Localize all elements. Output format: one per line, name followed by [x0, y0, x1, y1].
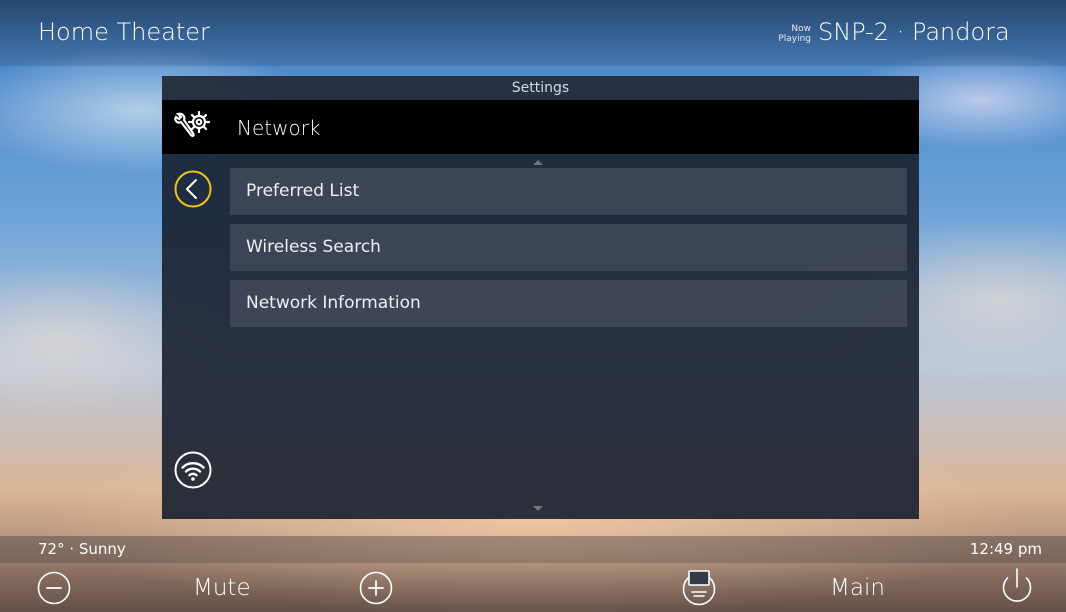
- app-title: Home Theater: [38, 18, 210, 46]
- status-bar: 72° · Sunny 12:49 pm: [0, 536, 1066, 563]
- scroll-down-arrow-icon[interactable]: [533, 506, 543, 511]
- section-title: Network: [237, 116, 321, 140]
- volume-up-button[interactable]: [359, 571, 393, 605]
- now-playing-source[interactable]: SNP-2 · Pandora: [818, 18, 1010, 46]
- volume-down-button[interactable]: [37, 571, 71, 605]
- now-playing-tag-line2: Playing: [778, 34, 811, 44]
- power-icon[interactable]: [999, 566, 1035, 606]
- top-bar: Home Theater Now Playing SNP-2 · Pandora: [0, 0, 1066, 66]
- menu-item-preferred-list[interactable]: Preferred List: [230, 168, 907, 215]
- back-button[interactable]: [173, 169, 213, 209]
- mute-button[interactable]: Mute: [193, 575, 251, 601]
- settings-dialog: Settings Network Preferred List Wireless…: [162, 76, 919, 519]
- now-playing-tag-line1: Now: [791, 24, 811, 34]
- weather-status: 72° · Sunny: [38, 540, 126, 558]
- tools-gear-icon: [174, 110, 211, 137]
- zone-main-button[interactable]: Main: [830, 575, 885, 601]
- wifi-icon[interactable]: [173, 450, 213, 490]
- dialog-header: Settings: [162, 76, 919, 100]
- bottom-control-bar: Mute Main: [0, 563, 1066, 612]
- remote-icon[interactable]: [679, 567, 719, 607]
- scroll-up-arrow-icon[interactable]: [533, 160, 543, 165]
- menu-item-network-information[interactable]: Network Information: [230, 280, 907, 327]
- now-playing-tag: Now Playing: [759, 24, 811, 44]
- network-menu-list: Preferred List Wireless Search Network I…: [230, 168, 907, 336]
- section-bar: Network: [162, 100, 919, 154]
- menu-item-wireless-search[interactable]: Wireless Search: [230, 224, 907, 271]
- clock: 12:49 pm: [969, 540, 1042, 558]
